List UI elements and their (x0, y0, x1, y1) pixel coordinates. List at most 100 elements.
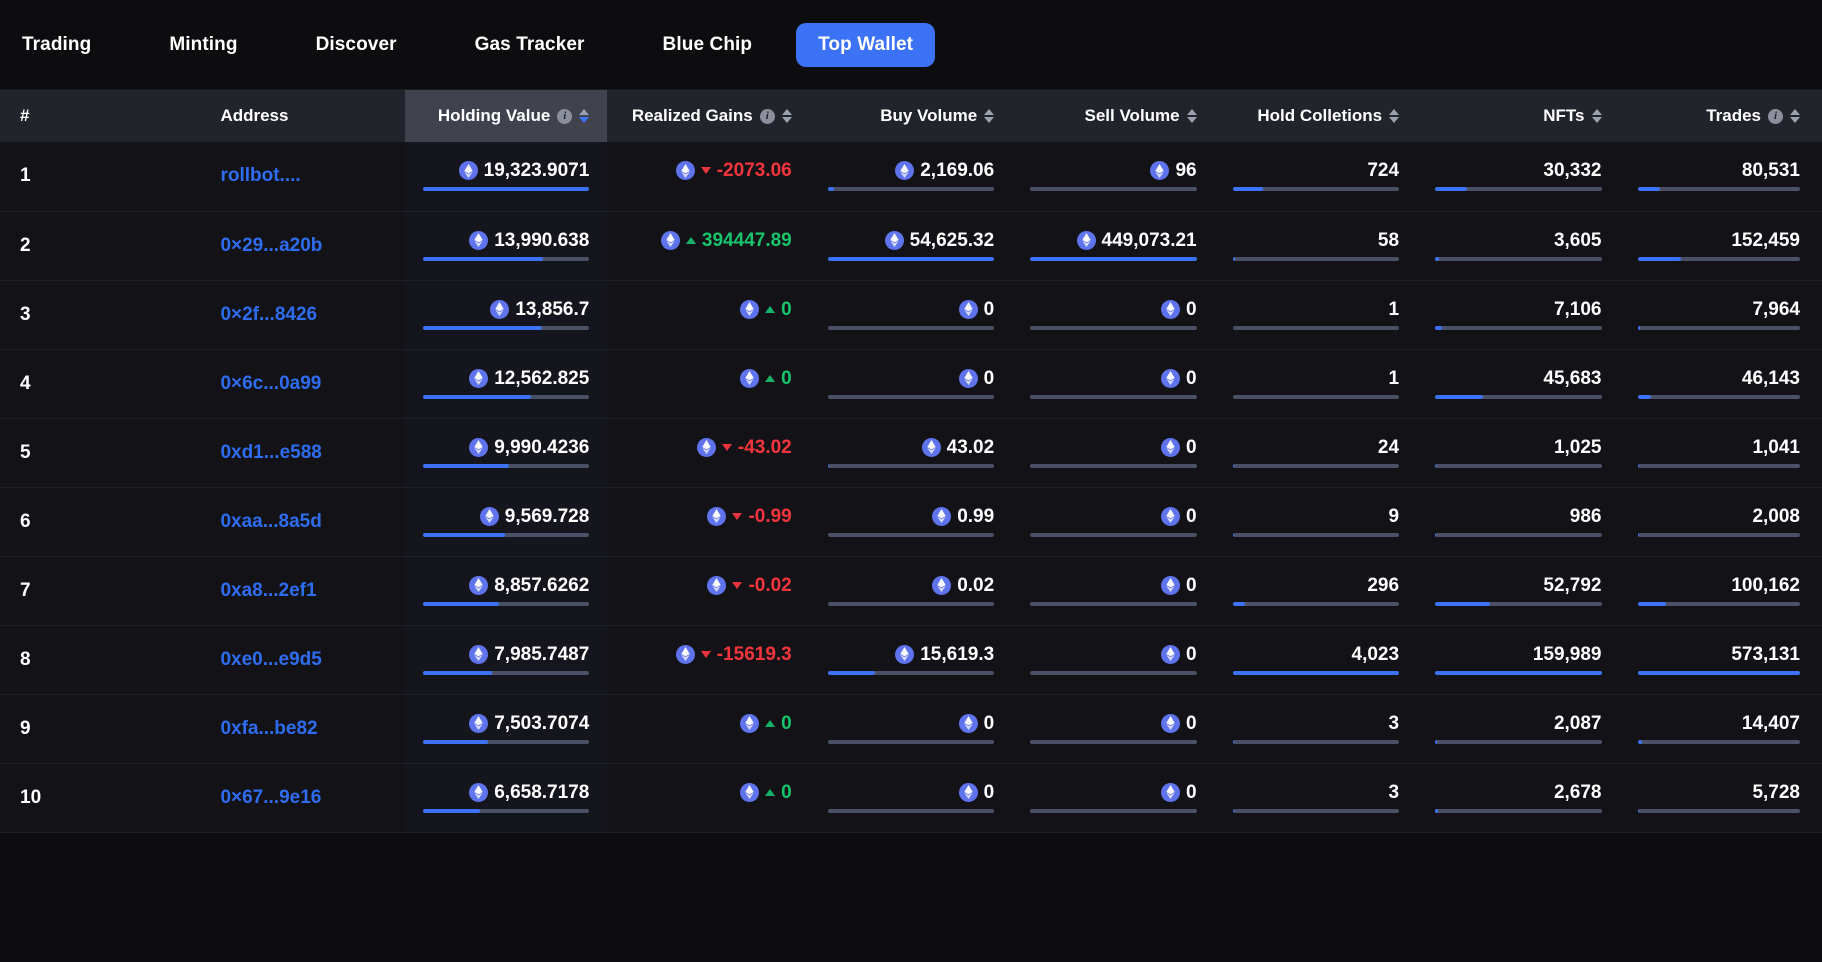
cell-buy: 0.99 (810, 487, 1012, 556)
column-header-trades[interactable]: Trades i (1620, 90, 1822, 142)
column-header-sell[interactable]: Sell Volume (1012, 90, 1214, 142)
nav-item-blue-chip[interactable]: Blue Chip (641, 23, 775, 67)
sort-icon[interactable] (1591, 109, 1602, 123)
address-link[interactable]: 0xfa...be82 (220, 718, 317, 739)
address-link[interactable]: 0×6c...0a99 (220, 373, 321, 394)
buy-progress-bar (827, 256, 995, 261)
address-link[interactable]: 0×29...a20b (220, 235, 322, 256)
cell-hold: 9 (1215, 487, 1417, 556)
nfts-value-group: 986 (1570, 507, 1602, 526)
cell-rank: 2 (0, 211, 202, 280)
sell-value: 0 (1186, 712, 1197, 734)
hold-progress-bar (1232, 532, 1400, 537)
holding-progress-bar (422, 187, 590, 192)
cell-sell: 0 (1012, 487, 1214, 556)
ethereum-icon (932, 506, 952, 526)
address-link[interactable]: 0xd1...e588 (220, 442, 321, 463)
progress-fill (1232, 256, 1236, 261)
cell-gains: -15619.3 (607, 625, 809, 694)
table-row[interactable]: 6 0xaa...8a5d 9,569.728 -0.99 0.99 0 9 986 2,008 (0, 487, 1822, 556)
cell-hold: 724 (1215, 142, 1417, 211)
progress-fill (1030, 256, 1197, 261)
address-link[interactable]: 0×67...9e16 (220, 787, 321, 808)
ethereum-icon (1161, 713, 1181, 733)
nfts-progress-bar (1435, 670, 1602, 675)
nfts-value: 7,106 (1553, 298, 1602, 320)
buy-value-group: 0.99 (932, 506, 994, 526)
trades-progress-bar (1637, 325, 1800, 330)
trend-up-icon (765, 719, 776, 727)
cell-holding: 6,658.7178 (404, 763, 608, 832)
sell-progress-bar (1030, 394, 1197, 399)
sell-value: 449,073.21 (1101, 229, 1197, 251)
nfts-value-group: 3,605 (1554, 231, 1602, 250)
table-row[interactable]: 1 rollbot.... 19,323.9071 -2073.06 2,169.06 9… (0, 142, 1822, 211)
nfts-value: 986 (1569, 505, 1602, 527)
rank-value: 4 (20, 372, 31, 394)
holding-value-group: 7,985.7487 (469, 644, 589, 664)
cell-nfts: 986 (1417, 487, 1619, 556)
table-row[interactable]: 9 0xfa...be82 7,503.7074 0 0 0 3 2,087 14,407 (0, 694, 1822, 763)
gains-value: 394447.89 (701, 229, 792, 251)
progress-fill (1232, 463, 1234, 468)
trend-down-icon (721, 443, 732, 451)
ethereum-icon (458, 161, 478, 181)
holding-progress-bar (422, 463, 590, 468)
table-row[interactable]: 10 0×67...9e16 6,658.7178 0 0 0 3 2,678 5,728 (0, 763, 1822, 832)
ethereum-icon (1161, 437, 1181, 457)
ethereum-icon (932, 575, 952, 595)
sort-icon[interactable] (1790, 109, 1800, 123)
sort-icon[interactable] (984, 109, 995, 123)
nav-item-minting[interactable]: Minting (147, 23, 259, 67)
cell-trades: 1,041 (1620, 418, 1822, 487)
sell-value-group: 96 (1150, 161, 1197, 181)
cell-holding: 7,503.7074 (404, 694, 608, 763)
trades-value: 2,008 (1752, 505, 1800, 527)
ethereum-icon (958, 782, 978, 802)
table-row[interactable]: 5 0xd1...e588 9,990.4236 -43.02 43.02 0 24 1,02… (0, 418, 1822, 487)
ethereum-icon (958, 368, 978, 388)
table-row[interactable]: 3 0×2f...8426 13,856.7 0 0 0 1 7,106 7,964 (0, 280, 1822, 349)
address-link[interactable]: 0xa8...2ef1 (220, 580, 316, 601)
ethereum-icon (675, 644, 695, 664)
address-link[interactable]: 0xaa...8a5d (220, 511, 321, 532)
progress-fill (422, 463, 509, 468)
cell-hold: 3 (1215, 763, 1417, 832)
table-row[interactable]: 4 0×6c...0a99 12,562.825 0 0 0 1 45,683 46,143 (0, 349, 1822, 418)
top-wallet-table: # Address Holding Value i Realized Gains i Buy… (0, 90, 1822, 833)
nav-item-top-wallet[interactable]: Top Wallet (796, 22, 936, 67)
column-header-holding[interactable]: Holding Value i (404, 90, 608, 142)
table-row[interactable]: 2 0×29...a20b 13,990.638 394447.89 54,625.32… (0, 211, 1822, 280)
nav-item-trading[interactable]: Trading (0, 23, 113, 67)
address-link[interactable]: 0×2f...8426 (220, 304, 317, 325)
sort-icon[interactable] (579, 109, 590, 123)
cell-sell: 0 (1012, 280, 1214, 349)
table-row[interactable]: 8 0xe0...e9d5 7,985.7487 -15619.3 15,619.3 0 4… (0, 625, 1822, 694)
trend-up-icon (685, 236, 696, 244)
address-link[interactable]: 0xe0...e9d5 (220, 649, 321, 670)
nav-item-discover[interactable]: Discover (294, 23, 419, 67)
ethereum-icon (469, 644, 489, 664)
column-header-hold[interactable]: Hold Colletions (1215, 90, 1417, 142)
cell-hold: 58 (1215, 211, 1417, 280)
buy-progress-bar (827, 325, 995, 330)
column-header-nfts[interactable]: NFTs (1417, 90, 1619, 142)
sell-value-group: 0 (1161, 437, 1197, 457)
trades-value-group: 14,407 (1742, 714, 1800, 733)
sell-value-group: 0 (1161, 644, 1197, 664)
sort-icon[interactable] (1186, 109, 1197, 123)
table-row[interactable]: 7 0xa8...2ef1 8,857.6262 -0.02 0.02 0 296 52,79… (0, 556, 1822, 625)
sort-icon[interactable] (781, 109, 792, 123)
gains-value: -0.99 (748, 505, 792, 527)
address-link[interactable]: rollbot.... (220, 165, 300, 186)
nav-item-gas-tracker[interactable]: Gas Tracker (453, 23, 607, 67)
cell-rank: 7 (0, 556, 202, 625)
column-header-buy[interactable]: Buy Volume (810, 90, 1012, 142)
info-icon[interactable]: i (1768, 108, 1783, 124)
info-icon[interactable]: i (557, 108, 573, 124)
column-header-gains[interactable]: Realized Gains i (607, 90, 809, 142)
gains-value: 0 (781, 298, 792, 320)
nfts-progress-bar (1435, 394, 1602, 399)
info-icon[interactable]: i (759, 108, 775, 124)
sort-icon[interactable] (1389, 109, 1400, 123)
